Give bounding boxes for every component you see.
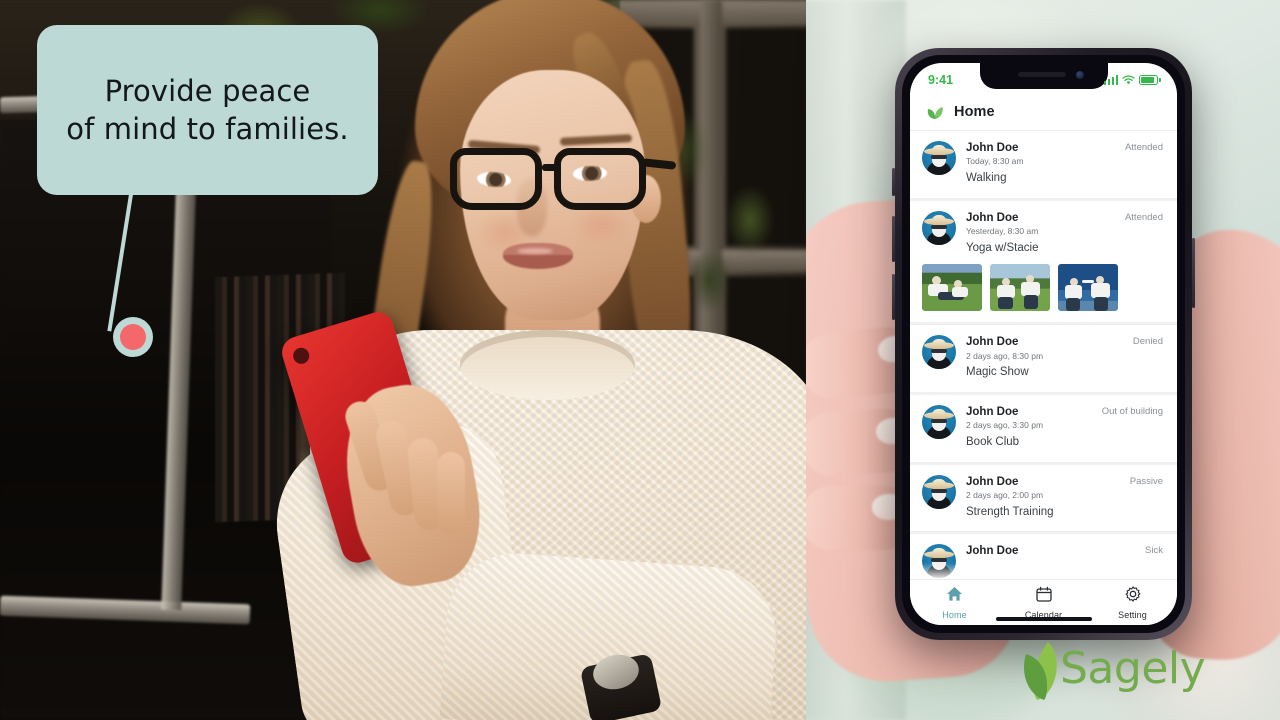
avatar	[922, 335, 956, 370]
home-indicator	[995, 617, 1092, 621]
avatar	[922, 544, 956, 579]
resident-name: John Doe	[966, 475, 1019, 488]
status-badge: Attended	[1124, 142, 1163, 153]
woman-with-phone-photo: Provide peace of mind to families.	[0, 0, 806, 720]
tab-home-label: Home	[942, 609, 967, 620]
activity-feed-list[interactable]: John Doe Today, 8:30 am Walking Attended	[910, 131, 1177, 579]
activity-time: 2 days ago, 8:30 pm	[966, 350, 1044, 361]
callout-text: Provide peace of mind to families.	[66, 73, 349, 146]
battery-icon	[1139, 75, 1159, 85]
activity-time: 2 days ago, 2:00 pm	[966, 489, 1044, 500]
list-item[interactable]: John Doe 2 days ago, 8:30 pm Magic Show …	[910, 325, 1177, 392]
status-badge: Attended	[1124, 211, 1163, 223]
gear-icon	[1125, 585, 1141, 607]
hand-holding-phone-photo: 9:41 Home John Doe Today, 8:30 am Walkin…	[806, 0, 1280, 720]
avatar	[922, 474, 956, 509]
sagely-logo: Sagely	[1010, 636, 1206, 702]
list-item[interactable]: John Doe 2 days ago, 2:00 pm Strength Tr…	[910, 464, 1177, 532]
callout-dot-marker	[113, 317, 153, 357]
activity-name: Strength Training	[966, 505, 1054, 518]
list-item[interactable]: John Doe Today, 8:30 am Walking Attended	[910, 131, 1177, 198]
resident-name: John Doe	[966, 405, 1019, 418]
status-time: 9:41	[928, 73, 954, 87]
activity-photo[interactable]	[922, 264, 982, 312]
status-bar: 9:41	[910, 63, 1177, 93]
tab-setting[interactable]: Setting	[1088, 585, 1177, 620]
callout-bubble: Provide peace of mind to families.	[37, 25, 378, 195]
calendar-icon	[1035, 586, 1052, 607]
app-header: Home	[910, 93, 1177, 131]
leaf-icon	[926, 104, 944, 120]
cellular-bars-icon	[1103, 75, 1119, 85]
avatar	[922, 210, 956, 245]
slide-canvas: Provide peace of mind to families. 9:41 …	[0, 0, 1280, 720]
phone-screen: 9:41 Home John Doe Today, 8:30 am Walkin…	[910, 63, 1177, 625]
activity-photo-strip[interactable]	[922, 264, 1163, 312]
home-icon	[946, 586, 963, 607]
resident-name: John Doe	[966, 545, 1019, 558]
activity-name: Magic Show	[966, 366, 1029, 379]
status-badge: Out of building	[1101, 405, 1163, 417]
resident-name: John Doe	[966, 336, 1019, 349]
sagely-leaf-logo	[1024, 642, 1057, 700]
activity-time: Yesterday, 8:30 am	[966, 226, 1039, 237]
tab-calendar[interactable]: Calendar	[999, 586, 1088, 620]
resident-name: John Doe	[966, 211, 1019, 224]
bottom-tab-bar[interactable]: Home Calendar Setting	[910, 579, 1177, 625]
status-badge: Denied	[1132, 336, 1163, 348]
wifi-icon	[1122, 75, 1136, 85]
activity-name: Book Club	[966, 435, 1020, 448]
activity-name: Walking	[966, 171, 1007, 184]
list-item[interactable]: John Doe 2 days ago, 3:30 pm Book Club O…	[910, 394, 1177, 462]
activity-photo[interactable]	[990, 264, 1050, 312]
avatar	[922, 404, 956, 439]
list-item[interactable]: John Doe Sick	[910, 534, 1177, 579]
activity-name: Yoga w/Stacie	[966, 241, 1039, 254]
smartphone-device: 9:41 Home John Doe Today, 8:30 am Walkin…	[892, 48, 1195, 640]
resident-name: John Doe	[966, 142, 1019, 154]
activity-time: 2 days ago, 3:30 pm	[966, 420, 1044, 431]
status-badge: Sick	[1145, 545, 1163, 557]
app-title: Home	[954, 103, 995, 120]
activity-time: Today, 8:30 am	[966, 156, 1024, 167]
tab-setting-label: Setting	[1118, 609, 1147, 620]
eyeglasses	[450, 148, 677, 214]
list-item[interactable]: John Doe Yesterday, 8:30 am Yoga w/Staci…	[910, 200, 1177, 323]
activity-photo[interactable]	[1058, 264, 1118, 312]
avatar	[922, 141, 956, 175]
status-badge: Passive	[1129, 475, 1163, 487]
tab-home[interactable]: Home	[910, 586, 999, 620]
